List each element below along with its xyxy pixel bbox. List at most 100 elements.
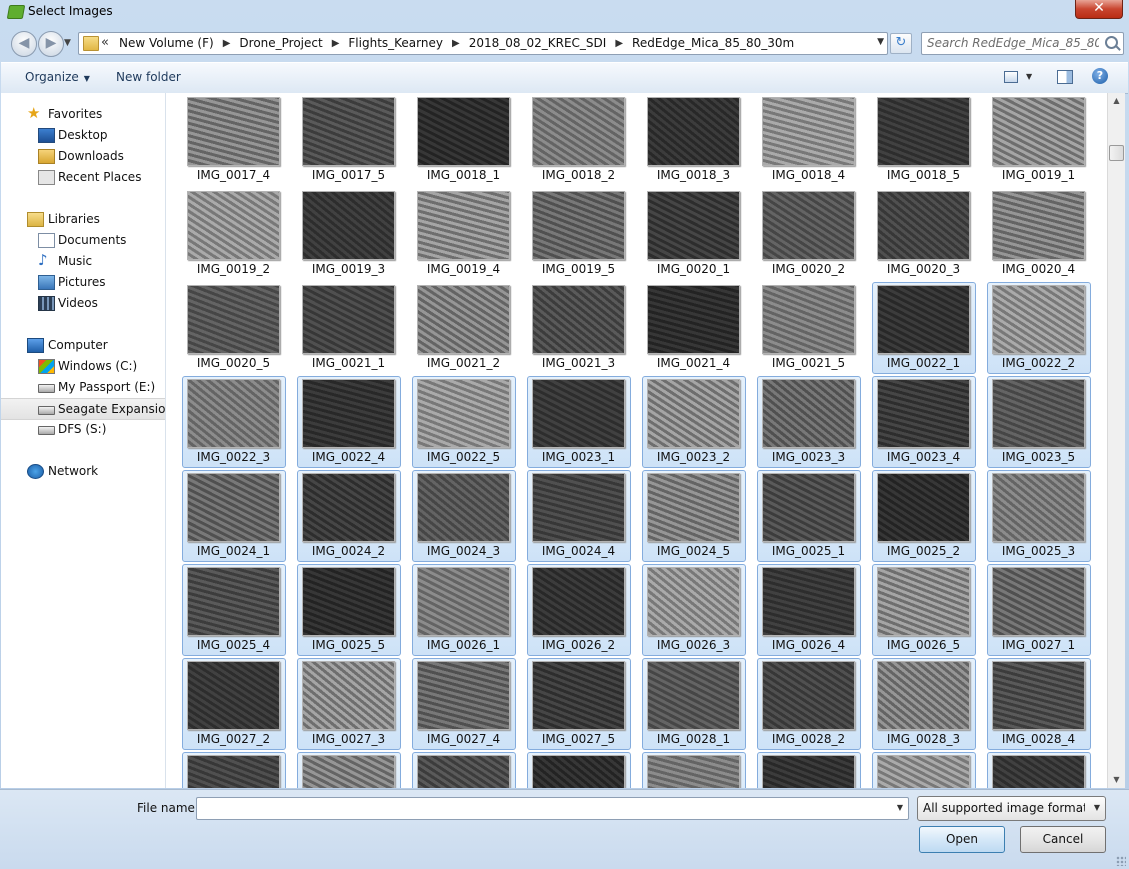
- nav-item-recent-places[interactable]: Recent Places: [1, 167, 165, 187]
- breadcrumb-separator-icon[interactable]: ▶: [615, 38, 623, 49]
- file-item[interactable]: IMG_0021_3: [527, 282, 631, 374]
- file-item[interactable]: IMG_0026_2: [527, 564, 631, 656]
- open-button[interactable]: Open: [919, 826, 1005, 853]
- nav-item-pictures[interactable]: Pictures: [1, 272, 165, 292]
- breadcrumb-separator-icon[interactable]: ▶: [223, 38, 231, 49]
- file-item[interactable]: IMG_0023_4: [872, 376, 976, 468]
- file-item[interactable]: IMG_0024_1: [182, 470, 286, 562]
- file-item[interactable]: IMG_0025_1: [757, 470, 861, 562]
- file-item[interactable]: IMG_0022_1: [872, 282, 976, 374]
- back-button[interactable]: ◀: [11, 31, 37, 57]
- breadcrumb-item[interactable]: New Volume (F): [119, 36, 214, 50]
- file-item[interactable]: IMG_0021_5: [757, 282, 861, 374]
- breadcrumb-item[interactable]: Flights_Kearney: [348, 36, 443, 50]
- nav-item-videos[interactable]: Videos: [1, 293, 165, 313]
- file-item[interactable]: IMG_0018_4: [757, 94, 861, 186]
- nav-item-documents[interactable]: Documents: [1, 230, 165, 250]
- breadcrumb-item[interactable]: 2018_08_02_KREC_SDI: [469, 36, 607, 50]
- nav-item-computer[interactable]: Computer: [1, 335, 165, 355]
- nav-item-favorites[interactable]: ★ Favorites: [1, 104, 165, 124]
- file-item[interactable]: IMG_0023_2: [642, 376, 746, 468]
- file-item[interactable]: [642, 752, 746, 788]
- file-item[interactable]: IMG_0021_4: [642, 282, 746, 374]
- file-item[interactable]: IMG_0017_5: [297, 94, 401, 186]
- nav-item-desktop[interactable]: Desktop: [1, 125, 165, 145]
- file-item[interactable]: IMG_0022_4: [297, 376, 401, 468]
- file-item[interactable]: IMG_0024_4: [527, 470, 631, 562]
- scroll-down-icon[interactable]: ▼: [1108, 772, 1125, 788]
- file-item[interactable]: IMG_0018_5: [872, 94, 976, 186]
- file-item[interactable]: IMG_0027_1: [987, 564, 1091, 656]
- file-item[interactable]: IMG_0023_3: [757, 376, 861, 468]
- breadcrumb-item[interactable]: Drone_Project: [239, 36, 322, 50]
- file-item[interactable]: IMG_0021_1: [297, 282, 401, 374]
- file-item[interactable]: IMG_0020_5: [182, 282, 286, 374]
- file-item[interactable]: IMG_0027_3: [297, 658, 401, 750]
- organize-button[interactable]: Organize ▼: [25, 70, 90, 84]
- nav-item-downloads[interactable]: Downloads: [1, 146, 165, 166]
- scroll-up-icon[interactable]: ▲: [1108, 93, 1125, 109]
- file-item[interactable]: IMG_0028_4: [987, 658, 1091, 750]
- search-box[interactable]: [921, 32, 1124, 55]
- file-item[interactable]: IMG_0024_2: [297, 470, 401, 562]
- file-item[interactable]: IMG_0024_3: [412, 470, 516, 562]
- address-bar[interactable]: « New Volume (F) ▶ Drone_Project ▶ Flights_K…: [78, 32, 888, 55]
- file-item[interactable]: IMG_0021_2: [412, 282, 516, 374]
- help-icon[interactable]: ?: [1092, 68, 1108, 84]
- forward-button[interactable]: ▶: [38, 31, 64, 57]
- chevron-down-icon[interactable]: ▼: [897, 803, 903, 812]
- file-type-select[interactable]: All supported image formats (* ▼: [917, 796, 1106, 821]
- file-item[interactable]: IMG_0025_2: [872, 470, 976, 562]
- nav-item-network[interactable]: Network: [1, 461, 165, 481]
- new-folder-button[interactable]: New folder: [116, 70, 181, 84]
- close-button[interactable]: ✕: [1075, 0, 1123, 19]
- file-item[interactable]: IMG_0022_3: [182, 376, 286, 468]
- file-item[interactable]: IMG_0025_4: [182, 564, 286, 656]
- file-item[interactable]: IMG_0026_3: [642, 564, 746, 656]
- breadcrumb-separator-icon[interactable]: ▶: [332, 38, 340, 49]
- file-item[interactable]: IMG_0023_1: [527, 376, 631, 468]
- file-item[interactable]: IMG_0019_3: [297, 188, 401, 280]
- file-item[interactable]: IMG_0025_3: [987, 470, 1091, 562]
- nav-item-libraries[interactable]: Libraries: [1, 209, 165, 229]
- file-item[interactable]: IMG_0026_1: [412, 564, 516, 656]
- file-name-input[interactable]: [197, 798, 883, 819]
- nav-item-my-passport-e[interactable]: My Passport (E:): [1, 377, 165, 397]
- file-name-combobox[interactable]: ▼: [196, 797, 909, 820]
- file-item[interactable]: IMG_0027_4: [412, 658, 516, 750]
- file-item[interactable]: IMG_0027_5: [527, 658, 631, 750]
- search-input[interactable]: [922, 33, 1099, 52]
- file-item[interactable]: IMG_0027_2: [182, 658, 286, 750]
- file-item[interactable]: IMG_0028_2: [757, 658, 861, 750]
- file-item[interactable]: [872, 752, 976, 788]
- cancel-button[interactable]: Cancel: [1020, 826, 1106, 853]
- file-item[interactable]: IMG_0025_5: [297, 564, 401, 656]
- change-view-icon[interactable]: [1004, 71, 1018, 83]
- title-bar[interactable]: Select Images ✕: [0, 0, 1129, 24]
- scroll-thumb[interactable]: [1109, 145, 1124, 161]
- file-item[interactable]: IMG_0026_4: [757, 564, 861, 656]
- file-item[interactable]: [182, 752, 286, 788]
- file-item[interactable]: IMG_0019_4: [412, 188, 516, 280]
- file-item[interactable]: IMG_0020_2: [757, 188, 861, 280]
- file-item[interactable]: IMG_0019_2: [182, 188, 286, 280]
- file-item[interactable]: IMG_0026_5: [872, 564, 976, 656]
- address-dropdown[interactable]: ▼: [877, 37, 884, 47]
- file-item[interactable]: IMG_0019_5: [527, 188, 631, 280]
- nav-item-music[interactable]: ♪ Music: [1, 251, 165, 271]
- file-item[interactable]: IMG_0024_5: [642, 470, 746, 562]
- file-item[interactable]: IMG_0018_1: [412, 94, 516, 186]
- recent-locations-dropdown[interactable]: ▼: [64, 38, 71, 48]
- breadcrumb-separator-icon[interactable]: ▶: [452, 38, 460, 49]
- resize-grip-icon[interactable]: [1116, 856, 1126, 866]
- file-item[interactable]: IMG_0022_5: [412, 376, 516, 468]
- file-item[interactable]: IMG_0018_2: [527, 94, 631, 186]
- file-item[interactable]: IMG_0017_4: [182, 94, 286, 186]
- file-item[interactable]: IMG_0028_1: [642, 658, 746, 750]
- refresh-button[interactable]: ↻: [890, 33, 912, 54]
- nav-item-windows-c[interactable]: Windows (C:): [1, 356, 165, 376]
- nav-item-seagate-expansion-d[interactable]: Seagate Expansion D: [1, 398, 165, 420]
- file-item[interactable]: [757, 752, 861, 788]
- preview-pane-icon[interactable]: [1057, 70, 1073, 84]
- file-item[interactable]: [987, 752, 1091, 788]
